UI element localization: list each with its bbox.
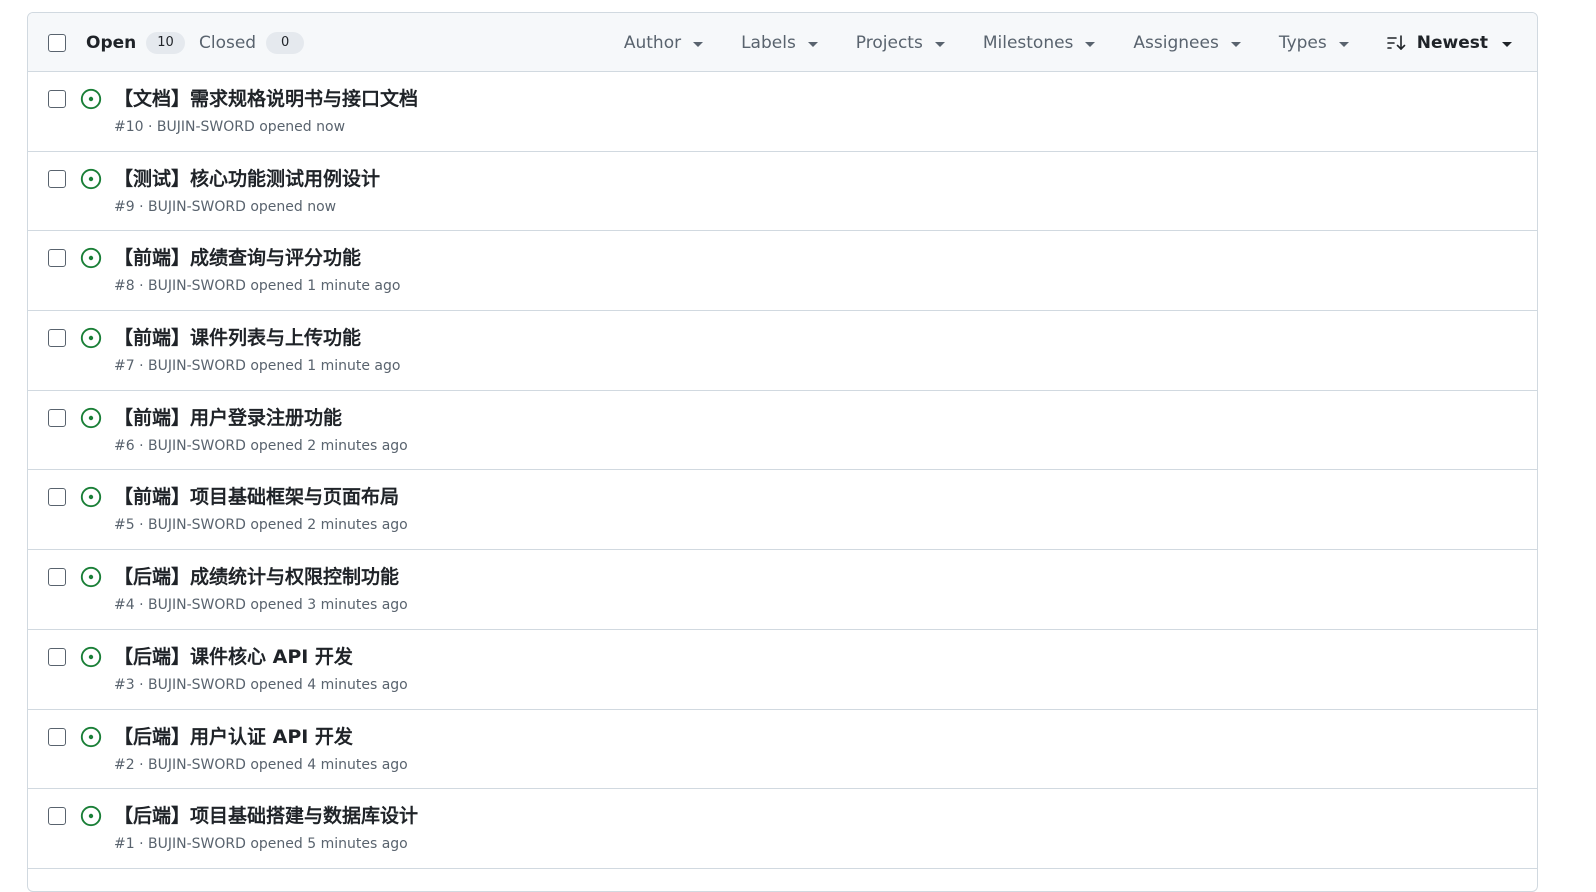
issue-title-link[interactable]: 【前端】成绩查询与评分功能 [114, 243, 361, 270]
sort-label: Newest [1416, 33, 1488, 53]
issue-row[interactable]: 【后端】成绩统计与权限控制功能 #4 · BUJIN-SWORD opened 3… [28, 550, 1537, 630]
author-filter-label: Author [623, 33, 682, 53]
issue-opened-icon [80, 247, 102, 269]
issues-list: Open 10 Closed 0 Author Labels Projects … [27, 12, 1538, 892]
issue-opened-icon [80, 646, 102, 668]
assignees-filter[interactable]: Assignees [1133, 33, 1241, 53]
issue-checkbox[interactable] [48, 90, 66, 108]
issue-opened-icon [80, 805, 102, 827]
issue-meta: #4 · BUJIN-SWORD opened 3 minutes ago [114, 597, 408, 614]
triangle-down-icon [1502, 41, 1512, 47]
issue-opened-icon [80, 407, 102, 429]
labels-filter[interactable]: Labels [741, 33, 818, 53]
issue-row[interactable]: 【后端】用户认证 API 开发 #2 · BUJIN-SWORD opened 4… [28, 709, 1537, 790]
issue-title-link[interactable]: 【前端】用户登录注册功能 [114, 403, 342, 430]
issue-title-link[interactable]: 【后端】用户认证 API 开发 [114, 722, 353, 749]
issue-opened-icon [80, 486, 102, 508]
issue-row[interactable]: 【前端】课件列表与上传功能 #7 · BUJIN-SWORD opened 1 m… [28, 311, 1537, 391]
filter-bar: Author Labels Projects Milestones Assign… [586, 29, 1512, 57]
issue-meta: #2 · BUJIN-SWORD opened 4 minutes ago [114, 756, 408, 773]
issue-checkbox[interactable] [48, 329, 66, 348]
milestones-filter-label: Milestones [982, 33, 1074, 53]
closed-tab-label: Closed [199, 33, 257, 53]
issue-meta: #1 · BUJIN-SWORD opened 5 minutes ago [114, 836, 408, 853]
issue-opened-icon [80, 88, 102, 110]
issue-row[interactable]: 【文档】需求规格说明书与接口文档 #10 · BUJIN-SWORD opened… [28, 72, 1537, 152]
issue-checkbox[interactable] [48, 807, 66, 826]
issue-checkbox[interactable] [48, 249, 66, 268]
labels-filter-label: Labels [741, 33, 796, 53]
triangle-down-icon [1085, 41, 1096, 47]
types-filter[interactable]: Types [1279, 33, 1349, 53]
assignees-filter-label: Assignees [1133, 33, 1219, 53]
issue-row[interactable]: 【后端】项目基础搭建与数据库设计 #1 · BUJIN-SWORD opened … [28, 789, 1537, 869]
issue-meta: #7 · BUJIN-SWORD opened 1 minute ago [114, 358, 401, 375]
issue-meta: #9 · BUJIN-SWORD opened now [114, 198, 337, 215]
open-tab-label: Open [86, 33, 137, 53]
triangle-down-icon [934, 41, 945, 47]
issue-checkbox[interactable] [48, 488, 66, 507]
issue-title-link[interactable]: 【后端】成绩统计与权限控制功能 [114, 562, 399, 589]
issue-rows: 【文档】需求规格说明书与接口文档 #10 · BUJIN-SWORD opened… [28, 72, 1537, 869]
select-all-checkbox[interactable] [48, 34, 66, 52]
projects-filter[interactable]: Projects [856, 33, 945, 53]
issue-meta: #8 · BUJIN-SWORD opened 1 minute ago [114, 278, 401, 295]
issue-title-link[interactable]: 【后端】课件核心 API 开发 [114, 642, 353, 669]
issue-meta: #3 · BUJIN-SWORD opened 4 minutes ago [114, 676, 408, 693]
issue-row[interactable]: 【前端】用户登录注册功能 #6 · BUJIN-SWORD opened 2 mi… [28, 390, 1537, 471]
issue-opened-icon [80, 168, 102, 190]
open-count-badge: 10 [146, 32, 185, 54]
issue-checkbox[interactable] [48, 169, 66, 188]
sort-dropdown[interactable]: Newest [1386, 33, 1512, 53]
issue-opened-icon [80, 327, 102, 349]
issues-list-header: Open 10 Closed 0 Author Labels Projects … [28, 13, 1537, 72]
triangle-down-icon [693, 41, 704, 47]
milestones-filter[interactable]: Milestones [983, 33, 1096, 53]
issue-row[interactable]: 【测试】核心功能测试用例设计 #9 · BUJIN-SWORD opened no… [28, 151, 1537, 232]
closed-issues-tab[interactable]: Closed 0 [199, 29, 305, 57]
issue-meta: #6 · BUJIN-SWORD opened 2 minutes ago [114, 437, 408, 454]
triangle-down-icon [807, 41, 818, 47]
issue-checkbox[interactable] [48, 647, 66, 666]
issue-title-link[interactable]: 【前端】课件列表与上传功能 [114, 323, 361, 350]
issue-opened-icon [80, 566, 102, 588]
open-issues-tab[interactable]: Open 10 [86, 29, 185, 57]
issue-row[interactable]: 【前端】成绩查询与评分功能 #8 · BUJIN-SWORD opened 1 m… [28, 231, 1537, 312]
issue-row[interactable]: 【前端】项目基础框架与页面布局 #5 · BUJIN-SWORD opened 2… [28, 470, 1537, 551]
issue-title-link[interactable]: 【后端】项目基础搭建与数据库设计 [114, 801, 418, 828]
author-filter[interactable]: Author [623, 33, 704, 53]
issue-meta: #10 · BUJIN-SWORD opened now [114, 119, 346, 135]
issue-checkbox[interactable] [48, 727, 66, 746]
sort-desc-icon [1386, 35, 1407, 51]
projects-filter-label: Projects [855, 33, 923, 53]
triangle-down-icon [1338, 41, 1349, 47]
issue-row[interactable]: 【后端】课件核心 API 开发 #3 · BUJIN-SWORD opened 4… [28, 629, 1537, 710]
issue-checkbox[interactable] [48, 568, 66, 587]
closed-count-badge: 0 [266, 32, 305, 54]
types-filter-label: Types [1278, 33, 1327, 53]
issue-meta: #5 · BUJIN-SWORD opened 2 minutes ago [114, 517, 408, 534]
issue-checkbox[interactable] [48, 408, 66, 427]
issue-title-link[interactable]: 【前端】项目基础框架与页面布局 [114, 482, 399, 509]
triangle-down-icon [1230, 41, 1241, 47]
issue-title-link[interactable]: 【文档】需求规格说明书与接口文档 [114, 84, 418, 111]
issue-title-link[interactable]: 【测试】核心功能测试用例设计 [114, 164, 380, 191]
issue-opened-icon [80, 726, 102, 748]
